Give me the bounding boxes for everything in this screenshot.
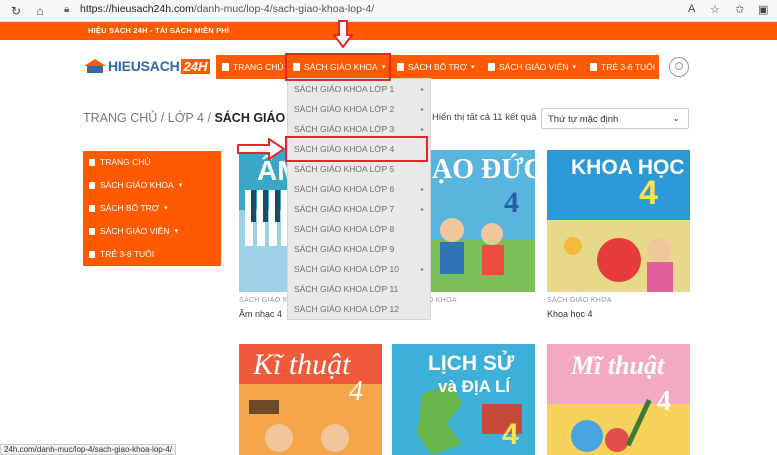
favorite-add-icon[interactable]: ☆ [710,3,720,16]
chevron-right-icon: ▸ [420,126,424,133]
chevron-down-icon: ▾ [572,64,576,71]
product-title[interactable]: Khoa học 4 [547,309,593,319]
chevron-right-icon: ▸ [420,266,424,273]
collections-icon[interactable]: ▣ [758,3,768,16]
lock-icon[interactable]: 🔒︎ [64,4,76,16]
dropdown-item-grade-11[interactable]: SÁCH GIÁO KHOA LỚP 11 [288,279,430,299]
result-count: Hiển thị tất cả 11 kết quả [432,112,537,123]
cover-subtitle: và ĐỊA LÍ [438,377,511,396]
dropdown-item-grade-8[interactable]: SÁCH GIÁO KHOA LỚP 8 [288,219,430,239]
sidebar-item-kids[interactable]: TRẺ 3-6 TUỔI [89,249,154,259]
product-cover-khoa-hoc[interactable]: KHOA HỌC 4 [547,150,690,292]
chevron-down-icon: ▾ [178,182,183,189]
nav-item-teacher-books[interactable]: SÁCH GIÁO VIÊN ▾ [488,55,576,79]
arrow-right-icon [237,138,285,160]
logo-text: HIEUSACH [108,58,180,74]
top-announcement-bar: HIỆU SÁCH 24H - TẢI SÁCH MIỄN PHÍ [0,22,777,40]
highlight-box-grade-4 [285,136,428,162]
cover-number: 4 [349,376,363,407]
cover-number: 4 [504,186,519,219]
cover-number: 4 [639,174,658,212]
logo-house-icon [84,59,106,73]
cover-title: KHOA HỌC [571,156,685,179]
breadcrumb: TRANG CHỦ / LỚP 4 / SÁCH GIÁO KH [83,111,307,125]
dropdown-item-grade-10[interactable]: SÁCH GIÁO KHOA LỚP 10 ▸ [288,259,430,279]
kids-icon [89,250,95,258]
search-icon[interactable] [669,57,689,77]
book-icon [89,204,95,212]
sort-select[interactable]: Thứ tự mặc định ⌄ [541,108,689,129]
product-category: SÁCH GIÁO KHOA [547,297,612,304]
cover-number: 4 [502,418,519,451]
sidebar-item-supplementary[interactable]: SÁCH BỔ TRỢ ▾ [89,203,168,213]
book-icon [89,181,95,189]
nav-item-supplementary[interactable]: SÁCH BỔ TRỢ ▾ [397,55,475,79]
product-cover-ki-thuat[interactable]: Kĩ thuật 4 [239,344,382,455]
site-tagline: HIỆU SÁCH 24H - TẢI SÁCH MIỄN PHÍ [88,26,230,35]
product-title[interactable]: Âm nhạc 4 [239,309,282,319]
cover-number: 4 [657,386,671,417]
chevron-right-icon: ▸ [420,86,424,93]
chevron-down-icon: ⌄ [672,113,680,123]
product-cover-mi-thuat[interactable]: Mĩ thuật 4 [547,344,690,455]
dropdown-item-grade-5[interactable]: SÁCH GIÁO KHOA LỚP 5 [288,159,430,179]
textbooks-dropdown-menu: SÁCH GIÁO KHOA LỚP 1 ▸ SÁCH GIÁO KHOA LỚP… [287,78,431,320]
home-icon[interactable]: ⌂ [32,3,48,19]
chevron-right-icon: ▸ [420,106,424,113]
address-bar[interactable]: https://hieusach24h.com/danh-muc/lop-4/s… [80,3,374,15]
kids-icon [590,63,597,71]
site-logo[interactable]: HIEUSACH 24H [84,58,211,74]
chevron-down-icon: ▾ [164,205,168,212]
nav-item-home[interactable]: TRANG CHỦ [222,55,284,79]
read-aloud-icon[interactable]: A [688,3,695,15]
nav-item-kids[interactable]: TRẺ 3-6 TUỔI [590,55,655,79]
dropdown-item-grade-9[interactable]: SÁCH GIÁO KHOA LỚP 9 [288,239,430,259]
cover-title: LỊCH SỬ [428,351,515,375]
product-cover-lich-su-dia-li[interactable]: LỊCH SỬ và ĐỊA LÍ 4 [392,344,535,455]
chevron-down-icon: ▾ [174,228,178,235]
chevron-right-icon: ▸ [420,206,424,213]
dropdown-item-grade-12[interactable]: SÁCH GIÁO KHOA LỚP 12 [288,299,430,319]
breadcrumb-home[interactable]: TRANG CHỦ [83,111,157,125]
dropdown-item-grade-1[interactable]: SÁCH GIÁO KHOA LỚP 1 ▸ [288,79,430,99]
breadcrumb-level[interactable]: LỚP 4 [168,111,204,125]
arrow-down-icon [333,20,353,48]
book-icon [89,227,95,235]
home-icon [222,63,229,71]
favorites-icon[interactable]: ✩ [735,3,744,16]
sidebar-item-teacher-books[interactable]: SÁCH GIÁO VIÊN ▾ [89,226,178,236]
cover-title: ẠO ĐỨC [432,154,535,185]
status-bar-link-preview: 24h.com/danh-muc/lop-4/sach-giao-khoa-lo… [0,444,177,455]
dropdown-item-grade-7[interactable]: SÁCH GIÁO KHOA LỚP 7 ▸ [288,199,430,219]
cover-title: Kĩ thuật [252,348,351,381]
reload-icon[interactable]: ↻ [8,3,24,19]
browser-toolbar: ↻ ⌂ 🔒︎ https://hieusach24h.com/danh-muc/… [0,0,777,22]
highlight-box-textbooks-nav [285,53,391,81]
chevron-right-icon: ▸ [420,186,424,193]
dropdown-item-grade-2[interactable]: SÁCH GIÁO KHOA LỚP 2 ▸ [288,99,430,119]
cover-title: Mĩ thuật [570,351,665,380]
book-icon [488,63,495,71]
book-icon [397,63,404,71]
dropdown-item-grade-6[interactable]: SÁCH GIÁO KHOA LỚP 6 ▸ [288,179,430,199]
main-navigation: TRANG CHỦ SÁCH GIÁO KHOA ▾ SÁCH BỔ TRỢ ▾ S… [216,55,659,79]
chevron-down-icon: ▾ [471,64,475,71]
logo-badge: 24H [180,58,211,74]
sidebar-item-home[interactable]: TRANG CHỦ [89,157,151,167]
sidebar-menu: TRANG CHỦ SÁCH GIÁO KHOA ▾ SÁCH BỔ TRỢ ▾ S… [83,151,221,266]
sidebar-item-textbooks[interactable]: SÁCH GIÁO KHOA ▾ [89,180,182,190]
home-icon [89,158,95,166]
